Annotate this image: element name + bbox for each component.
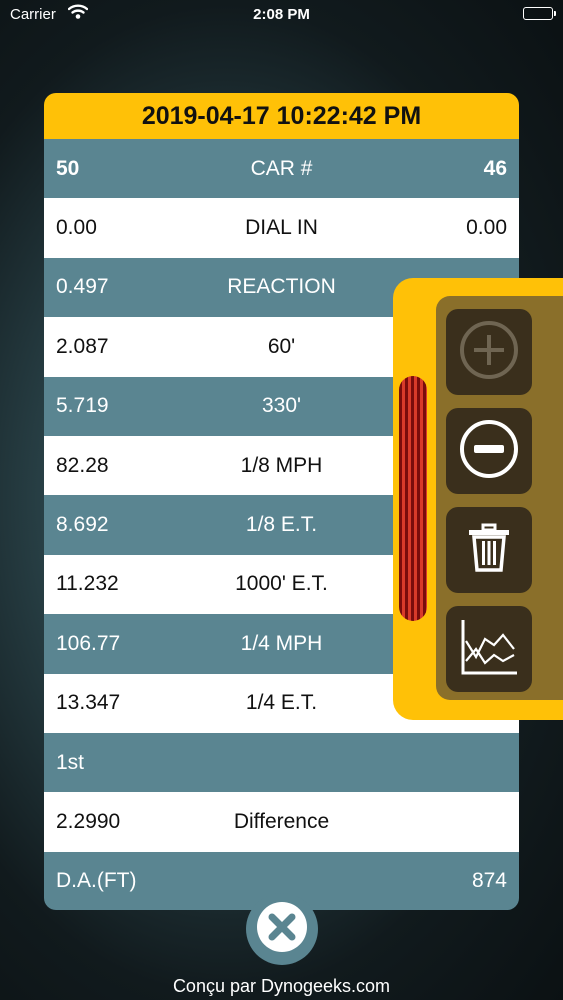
close-icon bbox=[255, 900, 309, 959]
row-left-value: 1st bbox=[56, 750, 85, 774]
add-button[interactable] bbox=[446, 309, 532, 395]
result-row: 0.00 DIAL IN 0.00 bbox=[44, 198, 519, 258]
tool-drawer-inner bbox=[436, 296, 563, 700]
footer-credit: Conçu par Dynogeeks.com bbox=[172, 976, 391, 996]
drawer-handle[interactable] bbox=[399, 376, 427, 621]
row-left-value: 11.232 bbox=[56, 572, 119, 596]
row-label: CAR # bbox=[250, 156, 313, 180]
row-right-value: 46 bbox=[483, 156, 507, 180]
row-left-value: D.A.(FT) bbox=[56, 869, 137, 893]
delete-button[interactable] bbox=[446, 507, 532, 593]
row-label: DIAL IN bbox=[245, 216, 318, 240]
minus-circle-icon bbox=[457, 417, 521, 486]
row-left-value: 106.77 bbox=[56, 631, 121, 655]
row-right-value: 874 bbox=[471, 869, 507, 893]
result-row: 1st bbox=[44, 732, 519, 793]
remove-button[interactable] bbox=[446, 408, 532, 494]
trash-icon bbox=[465, 522, 513, 579]
row-left-value: 13.347 bbox=[56, 691, 121, 715]
status-time: 2:08 PM bbox=[253, 6, 310, 23]
row-left-value: 8.692 bbox=[56, 513, 109, 537]
plus-circle-icon bbox=[457, 318, 521, 387]
status-bar: Carrier 2:08 PM bbox=[0, 0, 563, 30]
row-left-value: 2.087 bbox=[56, 334, 109, 358]
chart-button[interactable] bbox=[446, 606, 532, 692]
row-right-value: 0.00 bbox=[466, 216, 507, 240]
row-left-value: 0.00 bbox=[56, 216, 97, 240]
line-chart-icon bbox=[458, 617, 520, 682]
close-button[interactable] bbox=[246, 893, 318, 965]
card-timestamp: 2019-04-17 10:22:42 PM bbox=[44, 93, 519, 139]
row-left-value: 82.28 bbox=[56, 453, 109, 477]
row-left-value: 0.497 bbox=[56, 275, 109, 299]
result-row: 2.2990 Difference bbox=[44, 792, 519, 852]
tool-drawer bbox=[393, 278, 563, 720]
row-left-value: 50 bbox=[56, 156, 80, 180]
row-left-value: 2.2990 bbox=[56, 809, 121, 833]
row-left-value: 5.719 bbox=[56, 394, 109, 418]
battery-icon bbox=[523, 7, 556, 20]
result-row: 50 CAR # 46 bbox=[44, 139, 519, 199]
